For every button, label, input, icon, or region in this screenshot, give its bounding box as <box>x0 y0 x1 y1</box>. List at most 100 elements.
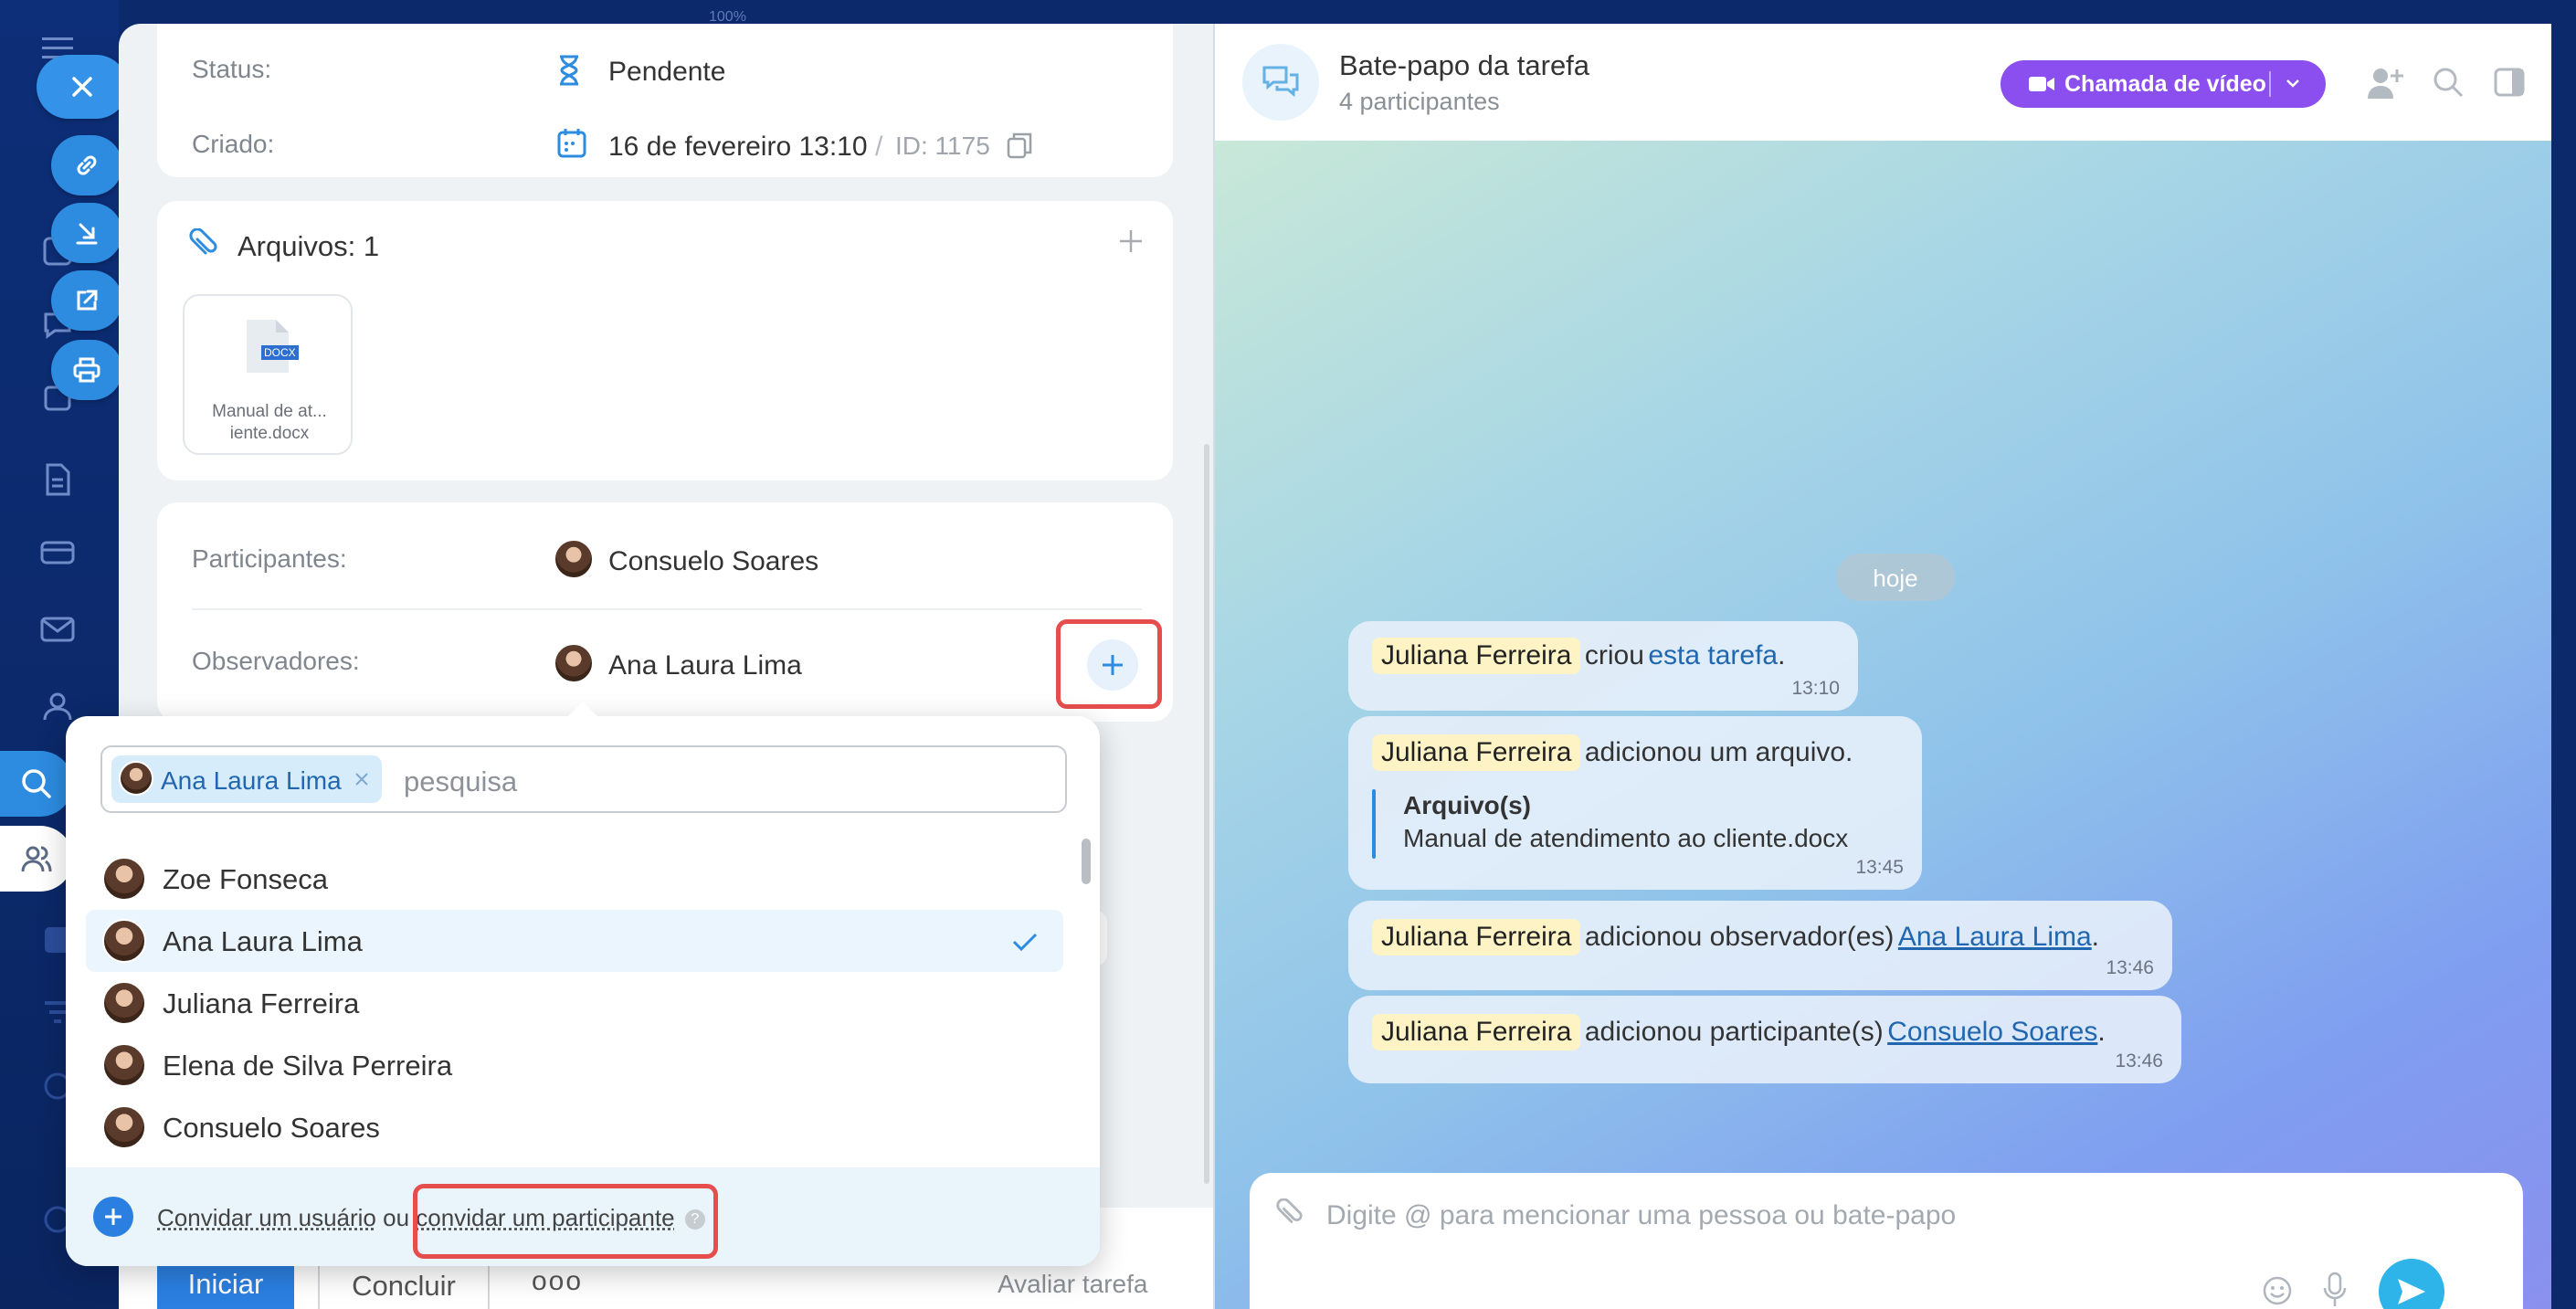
video-call-label: Chamada de vídeo <box>2064 71 2266 97</box>
participant-link[interactable]: Consuelo Soares <box>1887 1017 2097 1047</box>
remove-chip-icon[interactable] <box>354 772 369 786</box>
external-link-icon <box>77 290 98 311</box>
search-input[interactable]: pesquisa <box>404 765 517 798</box>
popup-arrow <box>566 702 599 718</box>
send-icon <box>2398 1279 2425 1304</box>
calendar-icon <box>557 129 586 158</box>
chat-message[interactable]: Juliana Ferreira adicionou observador(es… <box>1348 901 2172 990</box>
selected-chip[interactable]: Ana Laura Lima <box>111 755 382 803</box>
divider <box>2269 71 2271 97</box>
panel-toggle-icon[interactable] <box>2494 68 2525 97</box>
copy-link-button[interactable] <box>51 135 122 195</box>
file-name-line2: iente.docx <box>229 424 310 443</box>
attachment-title: Arquivo(s) <box>1403 791 1531 819</box>
hourglass-icon <box>560 55 578 86</box>
message-composer: Digite @ para mencionar uma pessoa ou ba… <box>1250 1173 2523 1309</box>
avatar <box>102 1043 146 1087</box>
file-tile[interactable]: DOCX Manual de at... iente.docx <box>183 294 353 455</box>
task-link[interactable]: esta tarefa <box>1648 640 1778 670</box>
highlight-invite-participant <box>413 1184 718 1259</box>
attachment-file-name[interactable]: Manual de atendimento ao cliente.docx <box>1403 824 1848 853</box>
list-item-name: Elena de Silva Perreira <box>163 1050 453 1082</box>
chat-message[interactable]: Juliana Ferreira adicionou um arquivo. A… <box>1348 716 1922 890</box>
download-icon <box>76 223 98 245</box>
list-item-name: Juliana Ferreira <box>163 987 360 1019</box>
status-value: Pendente <box>608 57 726 87</box>
file-name-line1: Manual de at... <box>212 402 327 421</box>
avatar <box>102 1105 146 1149</box>
chevron-down-icon <box>2286 79 2299 88</box>
chat-subtitle[interactable]: 4 participantes <box>1339 88 1500 116</box>
list-item-name: Ana Laura Lima <box>163 925 363 957</box>
more-icon: ooo <box>531 1266 584 1296</box>
message-time: 13:45 <box>1855 857 1904 878</box>
close-button[interactable] <box>37 55 128 119</box>
search-icon[interactable] <box>2432 66 2465 99</box>
message-text: adicionou um arquivo. <box>1584 737 1853 767</box>
id-separator: / <box>875 132 883 162</box>
list-item[interactable]: Juliana Ferreira <box>86 972 1063 1034</box>
card-icon[interactable] <box>35 530 80 575</box>
status-label: Status: <box>192 55 272 83</box>
message-author[interactable]: Juliana Ferreira <box>1372 638 1581 674</box>
list-item[interactable]: Zoe Fonseca <box>86 848 1063 910</box>
participant-name[interactable]: Consuelo Soares <box>608 546 818 577</box>
observer-link[interactable]: Ana Laura Lima <box>1898 922 2092 952</box>
add-file-icon[interactable] <box>1118 228 1144 254</box>
files-card: Arquivos: 1 DOCX Manual de at... iente.d… <box>157 201 1173 480</box>
chat-bubbles-icon <box>1262 66 1299 98</box>
link-icon <box>77 155 97 175</box>
chat-message[interactable]: Juliana Ferreira adicionou participante(… <box>1348 996 2181 1083</box>
avatar <box>102 857 146 901</box>
microphone-icon[interactable] <box>2322 1272 2348 1308</box>
avatar <box>554 539 594 579</box>
or-text: ou <box>383 1204 410 1231</box>
participants-card: Participantes: Consuelo Soares Observado… <box>157 502 1173 722</box>
list-item[interactable]: Elena de Silva Perreira <box>86 1034 1063 1096</box>
list-item[interactable]: Consuelo Soares <box>86 1096 1063 1158</box>
selected-chip-label: Ana Laura Lima <box>161 766 342 795</box>
message-time: 13:10 <box>1791 678 1840 699</box>
list-item[interactable]: Ana Laura Lima <box>86 910 1063 972</box>
message-author[interactable]: Juliana Ferreira <box>1372 734 1581 771</box>
print-button[interactable] <box>51 340 122 400</box>
invite-user-link[interactable]: Convidar um usuário <box>157 1204 376 1231</box>
search-box[interactable]: Ana Laura Lima pesquisa <box>100 745 1067 813</box>
open-new-window-button[interactable] <box>51 270 122 331</box>
participants-label: Participantes: <box>192 544 347 573</box>
message-suffix: . <box>1778 640 1786 670</box>
video-call-button[interactable]: Chamada de vídeo <box>2001 60 2326 108</box>
close-icon <box>72 77 92 97</box>
avatar <box>554 643 594 683</box>
document-icon[interactable] <box>35 457 80 502</box>
observer-name[interactable]: Ana Laura Lima <box>608 650 802 681</box>
task-info-card: Status: Pendente Criado: 16 de fevereiro… <box>157 24 1173 177</box>
search-icon <box>22 769 51 798</box>
chat-message[interactable]: Juliana Ferreira criou esta tarefa. 13:1… <box>1348 621 1858 711</box>
paperclip-icon <box>189 228 217 255</box>
download-button[interactable] <box>51 203 122 263</box>
message-author[interactable]: Juliana Ferreira <box>1372 919 1581 955</box>
emoji-icon[interactable] <box>2262 1275 2293 1306</box>
mail-icon[interactable] <box>35 607 80 652</box>
rate-task-link[interactable]: Avaliar tarefa <box>998 1270 1147 1299</box>
chat-avatar <box>1242 44 1319 121</box>
search-rail-button[interactable] <box>0 751 73 817</box>
message-author[interactable]: Juliana Ferreira <box>1372 1014 1581 1050</box>
message-suffix: . <box>2091 922 2100 952</box>
list-scrollbar[interactable] <box>1082 839 1091 884</box>
avatar <box>102 981 146 1025</box>
invite-add-button[interactable] <box>93 1197 133 1237</box>
users-rail-button[interactable] <box>0 826 73 892</box>
add-user-icon[interactable] <box>2366 66 2404 100</box>
plus-icon <box>105 1209 121 1225</box>
attach-icon[interactable] <box>1275 1198 1304 1230</box>
panel-scrollbar[interactable] <box>1204 444 1209 1184</box>
video-camera-icon <box>2029 77 2054 91</box>
send-button[interactable] <box>2379 1259 2444 1309</box>
date-divider-label: hoje <box>1873 565 1918 592</box>
message-input[interactable]: Digite @ para mencionar uma pessoa ou ba… <box>1326 1200 1956 1231</box>
copy-icon[interactable] <box>1007 132 1032 159</box>
message-text: adicionou observador(es) <box>1584 922 1895 952</box>
quote-bar <box>1372 789 1376 859</box>
